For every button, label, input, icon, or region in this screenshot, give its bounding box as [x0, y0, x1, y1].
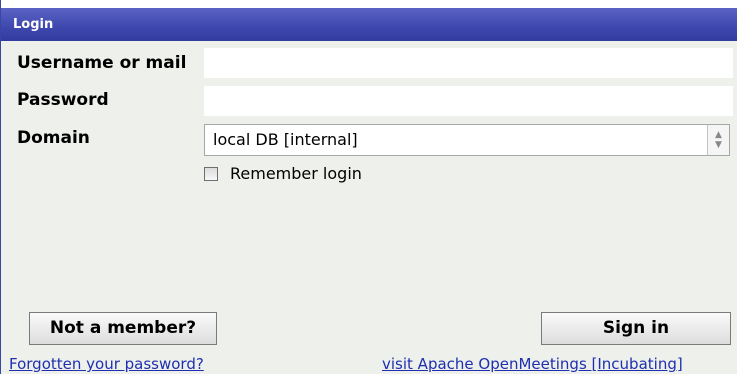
top-margin	[1, 0, 738, 8]
sign-in-button[interactable]: Sign in	[541, 312, 731, 345]
remember-login-option[interactable]: Remember login	[204, 164, 362, 183]
visit-openmeetings-link[interactable]: visit Apache OpenMeetings [Incubating]	[382, 355, 683, 373]
domain-selected-value: local DB [internal]	[213, 130, 358, 149]
domain-label: Domain	[17, 128, 90, 148]
forgot-password-link[interactable]: Forgotten your password?	[9, 355, 204, 373]
not-a-member-button[interactable]: Not a member?	[29, 312, 217, 345]
login-dialog: Login Username or mail Password Domain l…	[0, 0, 739, 374]
password-input[interactable]	[204, 86, 733, 116]
remember-login-checkbox[interactable]	[204, 166, 218, 181]
domain-select[interactable]: local DB [internal] ▲ ▼	[204, 124, 730, 156]
username-input[interactable]	[204, 48, 733, 78]
username-label: Username or mail	[17, 53, 187, 73]
spinner-arrows-icon[interactable]: ▲ ▼	[707, 125, 729, 155]
remember-login-label: Remember login	[230, 164, 362, 183]
dialog-title: Login	[1, 8, 738, 41]
password-label: Password	[17, 90, 109, 110]
